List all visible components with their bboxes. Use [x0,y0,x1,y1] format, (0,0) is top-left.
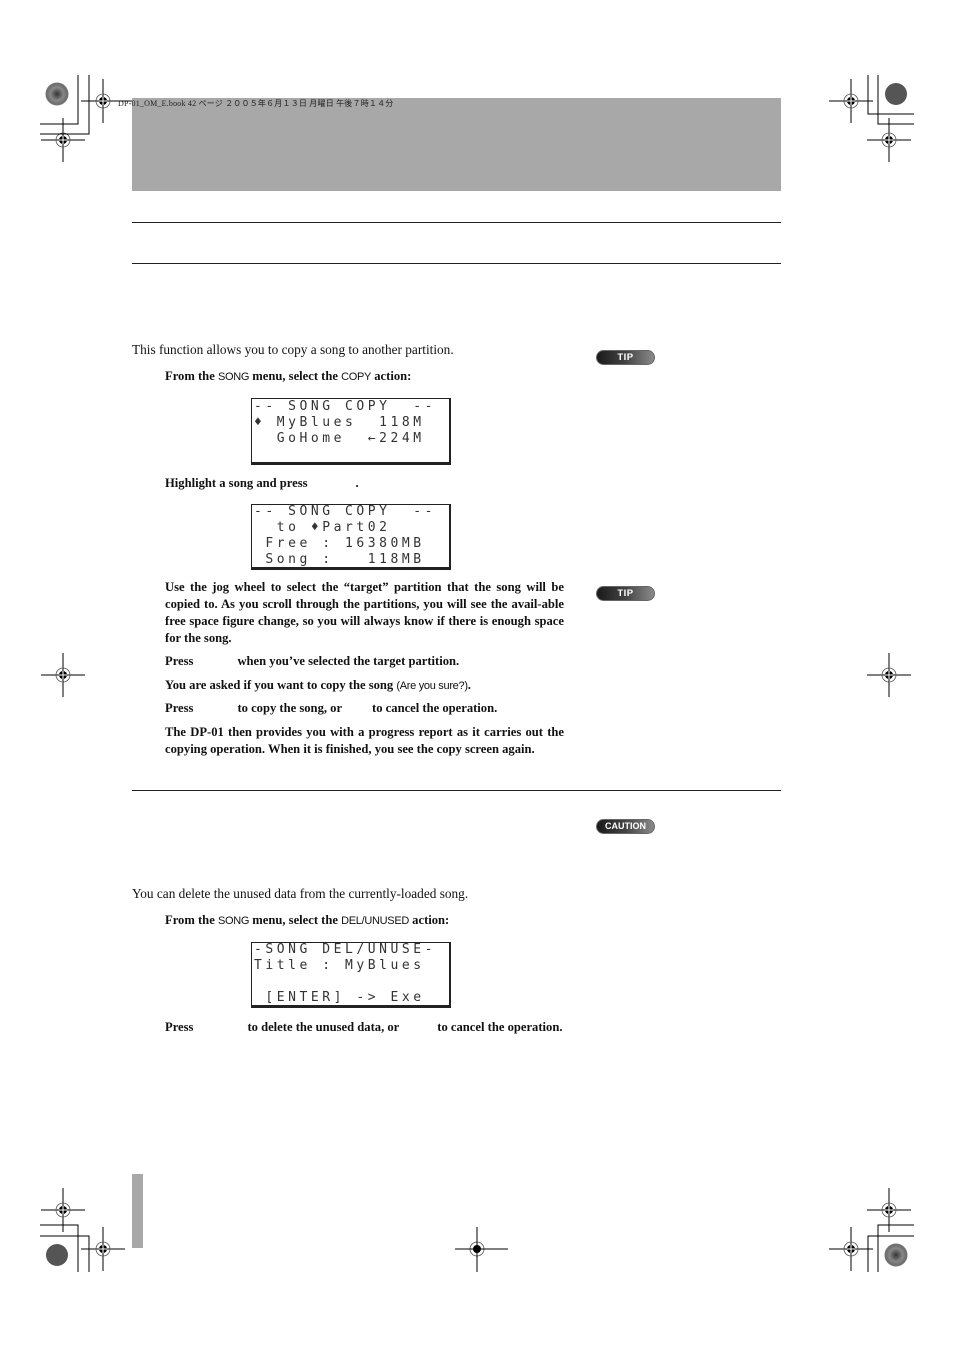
registration-mark [866,652,912,698]
registration-mark [828,1226,874,1272]
color-target-icon [884,1243,908,1267]
registration-mark [866,117,912,163]
printer-marks [40,75,914,1272]
registration-mark [40,652,86,698]
registration-mark [828,78,874,124]
color-target-icon [46,1244,68,1266]
color-target-icon [45,82,69,106]
color-target-icon [885,83,907,105]
registration-mark [40,117,86,163]
registration-mark [80,78,126,124]
registration-mark [80,1226,126,1272]
